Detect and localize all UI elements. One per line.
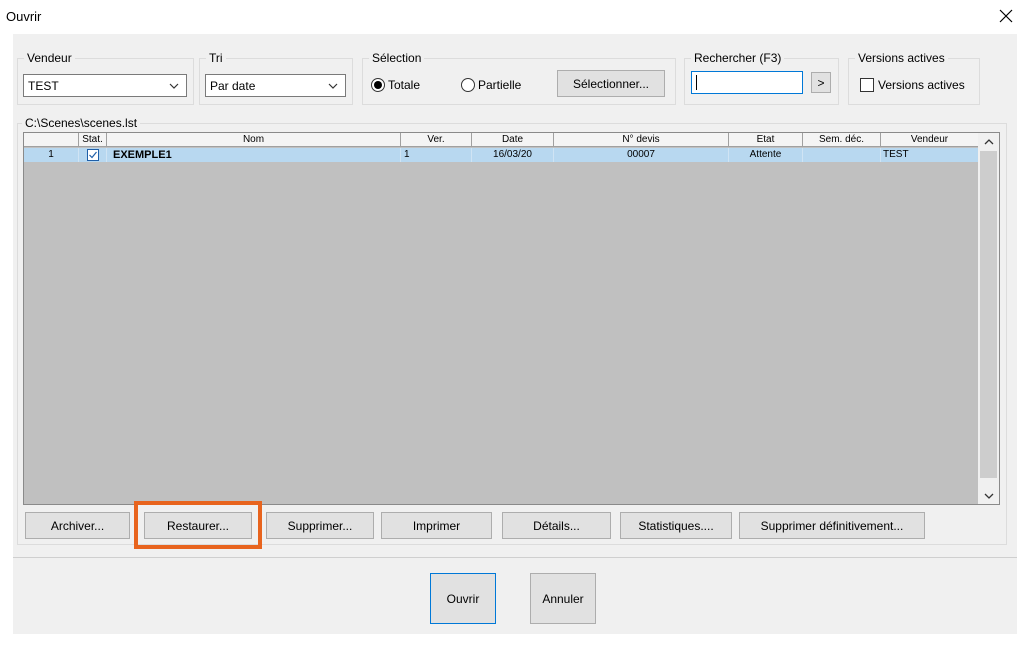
checkbox-icon bbox=[860, 78, 874, 92]
row-etat: Attente bbox=[729, 148, 803, 162]
radio-partielle[interactable]: Partielle bbox=[461, 78, 521, 92]
title-bar: Ouvrir bbox=[0, 0, 1030, 34]
col-header-vendeur[interactable]: Vendeur bbox=[881, 133, 978, 147]
close-icon[interactable] bbox=[996, 6, 1016, 26]
row-index: 1 bbox=[24, 148, 79, 162]
radio-totale[interactable]: Totale bbox=[371, 78, 420, 92]
row-nom: EXEMPLE1 bbox=[107, 148, 401, 162]
col-header-etat[interactable]: Etat bbox=[729, 133, 803, 147]
text-caret bbox=[696, 75, 697, 90]
vendeur-combo[interactable]: TEST bbox=[23, 74, 187, 97]
statistiques-button[interactable]: Statistiques.... bbox=[620, 512, 732, 539]
row-stat-checkbox[interactable] bbox=[79, 148, 107, 162]
checkbox-checked-icon bbox=[86, 149, 99, 161]
row-vendeur: TEST bbox=[883, 149, 909, 160]
col-header-devis[interactable]: N° devis bbox=[554, 133, 729, 147]
versions-checkbox-label: Versions actives bbox=[878, 78, 965, 92]
selection-group: Sélection Totale Partielle Sélectionner.… bbox=[362, 50, 676, 105]
row-date: 16/03/20 bbox=[472, 148, 554, 162]
tri-label: Tri bbox=[206, 50, 226, 66]
radio-icon bbox=[461, 78, 475, 92]
table-row[interactable]: 1 EXEMPLE1 1 16/03/20 00007 Attente TEST bbox=[24, 148, 978, 162]
selection-label: Sélection bbox=[369, 50, 425, 66]
archiver-button[interactable]: Archiver... bbox=[25, 512, 130, 539]
tri-group: Tri Par date bbox=[199, 50, 353, 105]
search-go-button[interactable]: > bbox=[811, 72, 831, 93]
row-devis: 00007 bbox=[554, 148, 729, 162]
details-button[interactable]: Détails... bbox=[502, 512, 611, 539]
tri-combo[interactable]: Par date bbox=[205, 74, 346, 97]
radio-icon bbox=[371, 78, 385, 92]
chevron-up-icon[interactable] bbox=[978, 133, 999, 150]
col-header-ver[interactable]: Ver. bbox=[401, 133, 472, 147]
selectionner-button[interactable]: Sélectionner... bbox=[557, 70, 665, 97]
chevron-down-icon bbox=[327, 80, 339, 92]
window-title: Ouvrir bbox=[6, 9, 42, 24]
col-header-date[interactable]: Date bbox=[472, 133, 554, 147]
chevron-down-icon[interactable] bbox=[978, 487, 999, 504]
row-sem bbox=[803, 148, 881, 162]
supprimer-button[interactable]: Supprimer... bbox=[266, 512, 374, 539]
col-header-sem[interactable]: Sem. déc. bbox=[803, 133, 881, 147]
table-header: Stat. Nom Ver. Date N° devis Etat Sem. d… bbox=[24, 133, 978, 147]
ouvrir-button[interactable]: Ouvrir bbox=[430, 573, 496, 624]
chevron-down-icon bbox=[168, 80, 180, 92]
dialog-body: Vendeur TEST Tri Par date Sélection Tota… bbox=[13, 34, 1017, 634]
vendeur-label: Vendeur bbox=[24, 50, 75, 66]
annuler-button[interactable]: Annuler bbox=[530, 573, 596, 624]
row-ver: 1 bbox=[401, 148, 472, 162]
vendeur-value: TEST bbox=[28, 79, 59, 93]
radio-totale-label: Totale bbox=[388, 78, 421, 92]
tri-value: Par date bbox=[210, 79, 256, 93]
scrollbar-thumb[interactable] bbox=[980, 151, 997, 478]
vendeur-group: Vendeur TEST bbox=[17, 50, 194, 105]
table-scrollbar[interactable] bbox=[978, 133, 999, 504]
search-group: Rechercher (F3) > bbox=[684, 50, 839, 105]
footer bbox=[13, 558, 1017, 634]
versions-group: Versions actives Versions actives bbox=[848, 50, 980, 105]
file-path: C:\Scenes\scenes.lst bbox=[22, 115, 141, 131]
versions-checkbox[interactable]: Versions actives bbox=[860, 78, 965, 92]
radio-partielle-label: Partielle bbox=[478, 78, 522, 92]
supprimer-definitivement-button[interactable]: Supprimer définitivement... bbox=[739, 512, 925, 539]
versions-label: Versions actives bbox=[855, 50, 948, 66]
search-label: Rechercher (F3) bbox=[691, 50, 785, 66]
scenes-table[interactable]: Stat. Nom Ver. Date N° devis Etat Sem. d… bbox=[23, 132, 1000, 505]
search-input[interactable] bbox=[691, 71, 803, 94]
highlight-box bbox=[134, 501, 262, 549]
col-header-nom[interactable]: Nom bbox=[107, 133, 401, 147]
imprimer-button[interactable]: Imprimer bbox=[381, 512, 492, 539]
col-header-index[interactable] bbox=[24, 133, 79, 147]
col-header-stat[interactable]: Stat. bbox=[79, 133, 107, 147]
